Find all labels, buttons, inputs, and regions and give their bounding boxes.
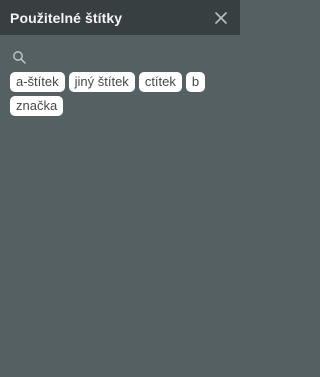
tag-item[interactable]: a-štítek xyxy=(10,72,65,92)
search-input[interactable] xyxy=(27,46,240,68)
tag-list: a-štítek jiný štítek ctítek b značka xyxy=(0,68,234,116)
tag-item[interactable]: ctítek xyxy=(138,72,182,92)
search-row xyxy=(0,46,240,68)
tag-item[interactable]: jiný štítek xyxy=(68,72,135,92)
tag-item[interactable]: b xyxy=(185,72,206,92)
close-button[interactable] xyxy=(214,11,228,25)
tag-item[interactable]: značka xyxy=(10,96,64,116)
search-icon xyxy=(13,50,26,64)
close-icon xyxy=(215,11,227,24)
panel-title: Použitelné štítky xyxy=(10,9,123,26)
tags-panel: Použitelné štítky a-štítek jiný štítek c… xyxy=(0,0,240,377)
panel-header: Použitelné štítky xyxy=(0,0,240,35)
